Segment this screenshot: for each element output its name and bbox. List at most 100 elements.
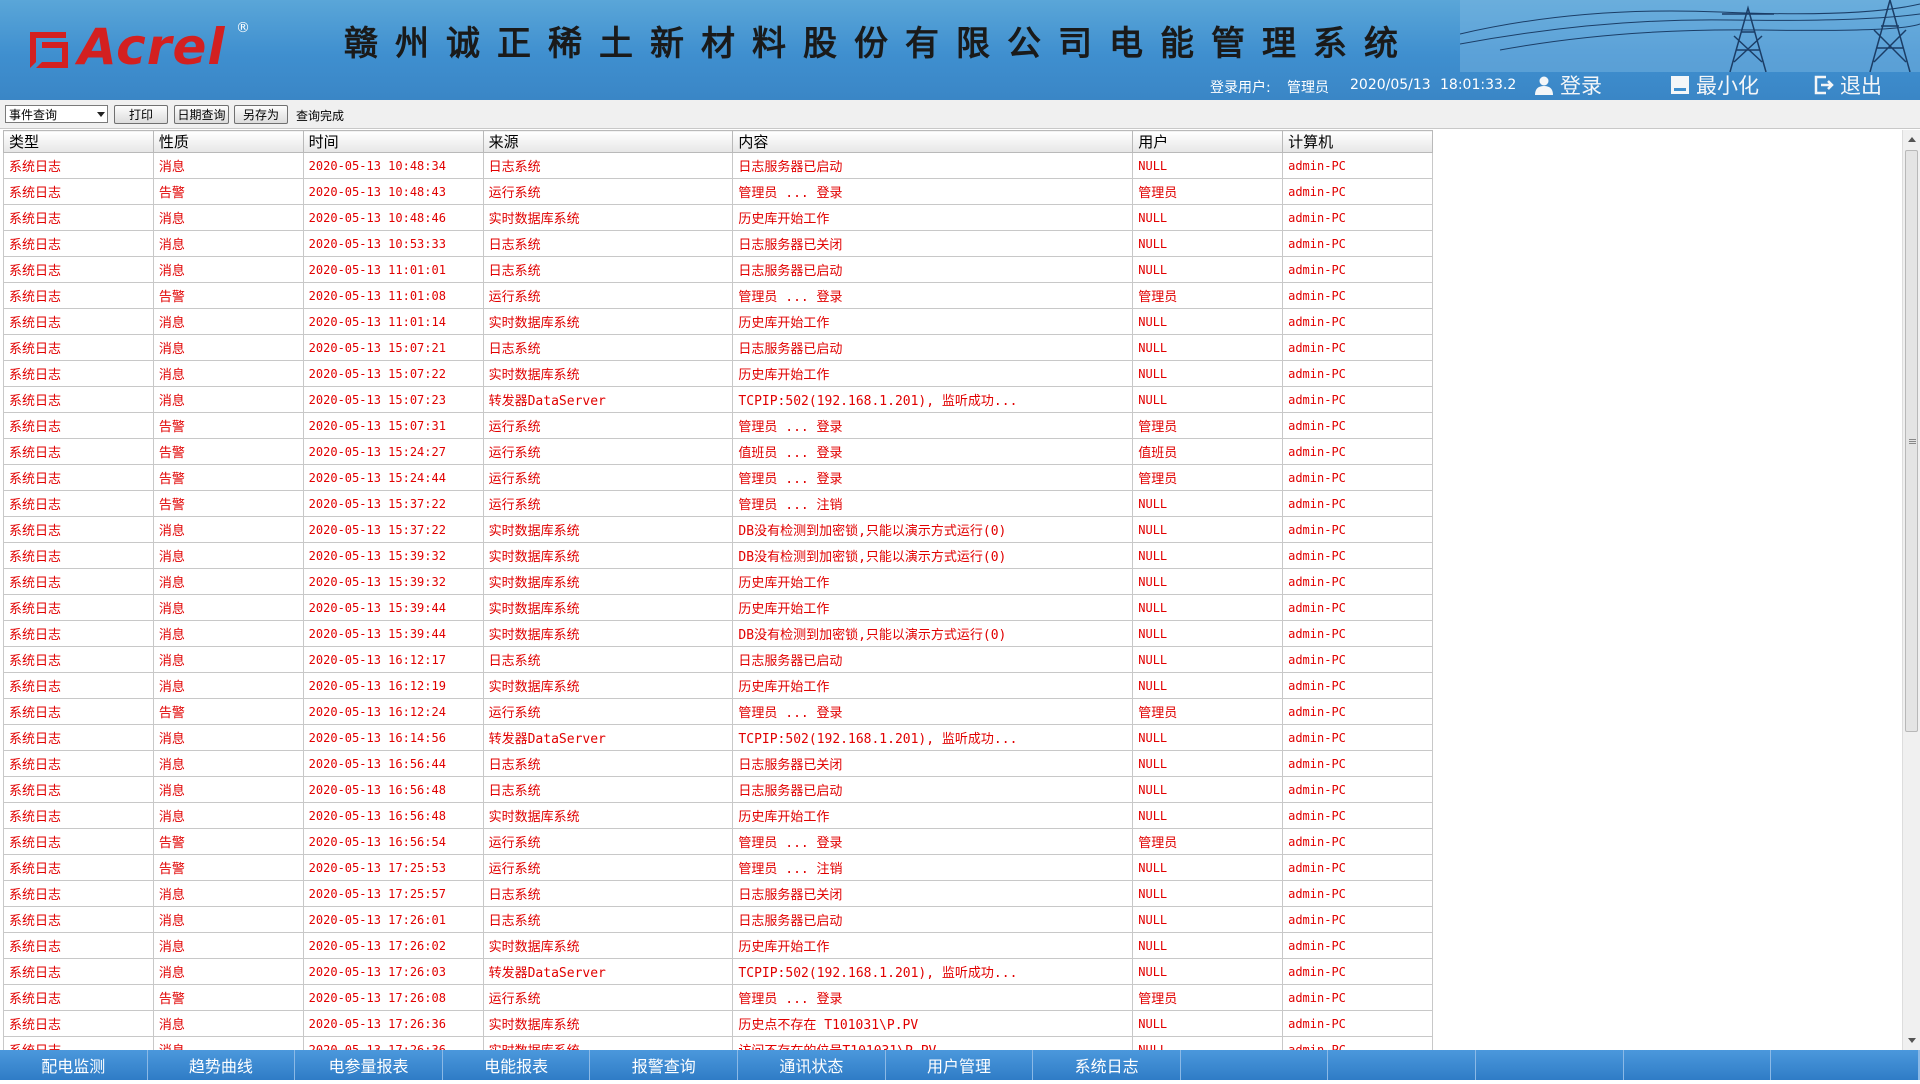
- table-row[interactable]: 系统日志 消息 2020-05-13 15:39:32 实时数据库系统 DB没有检测到加…: [3, 542, 1433, 569]
- cell-content: TCPIP:502(192.168.1.201), 监听成功...: [732, 386, 1134, 413]
- table-row[interactable]: 系统日志 消息 2020-05-13 17:25:57 日志系统 日志服务器已关闭 NUL…: [3, 880, 1433, 907]
- table-row[interactable]: 系统日志 告警 2020-05-13 15:24:27 运行系统 值班员 ... 登录值…: [3, 438, 1433, 465]
- minimize-icon: [1671, 76, 1689, 94]
- scroll-up-arrow-icon[interactable]: [1908, 137, 1916, 142]
- column-header[interactable]: 计算机: [1282, 130, 1433, 153]
- nav-tab[interactable]: 电能报表: [442, 1050, 591, 1080]
- column-header[interactable]: 用户: [1132, 130, 1284, 153]
- cell-user: NULL: [1132, 672, 1284, 699]
- nav-tab[interactable]: 配电监测: [0, 1050, 148, 1080]
- table-row[interactable]: 系统日志 告警 2020-05-13 17:25:53 运行系统 管理员 ... 注销 N…: [3, 854, 1433, 881]
- cell-computer: admin-PC: [1282, 932, 1433, 959]
- cell-source: 日志系统: [482, 152, 734, 179]
- table-row[interactable]: 系统日志消息2020-05-13 17:26:36实时数据库系统访问不存在的位号…: [3, 1036, 1433, 1050]
- nav-tab-empty[interactable]: [1328, 1050, 1477, 1080]
- table-row[interactable]: 系统日志 消息 2020-05-13 11:01:01 日志系统 日志服务器已启动 NUL…: [3, 256, 1433, 283]
- table-row[interactable]: 系统日志 告警 2020-05-13 15:07:31 运行系统 管理员 ... 登录管…: [3, 412, 1433, 439]
- date-query-button[interactable]: 日期查询: [174, 105, 229, 124]
- query-type-select[interactable]: 事件查询: [5, 105, 108, 123]
- cell-type: 系统日志: [3, 620, 154, 647]
- table-row[interactable]: 系统日志 消息 2020-05-13 10:53:33 日志系统 日志服务器已关闭 NUL…: [3, 230, 1433, 257]
- cell-nature: 消息: [152, 1010, 304, 1037]
- exit-button[interactable]: 退出: [1814, 72, 1882, 98]
- table-row[interactable]: 系统日志 告警 2020-05-13 15:24:44 运行系统 管理员 ... 登录管…: [3, 464, 1433, 491]
- cell-content: 管理员 ... 登录: [732, 412, 1134, 439]
- table-row[interactable]: 系统日志 消息 2020-05-13 16:14:56 转发器DataServer TC…: [3, 724, 1433, 751]
- cell-computer: admin-PC: [1282, 594, 1433, 621]
- table-row[interactable]: 系统日志 告警 2020-05-13 16:56:54 运行系统 管理员 ... 登录管…: [3, 828, 1433, 855]
- table-row[interactable]: 系统日志 消息 2020-05-13 15:39:32 实时数据库系统 历史库开始工作 N…: [3, 568, 1433, 595]
- cell-source: 实时数据库系统: [482, 1010, 734, 1037]
- cell-user: 管理员: [1132, 984, 1284, 1011]
- table-row[interactable]: 系统日志 消息 2020-05-13 15:07:22 实时数据库系统 历史库开始工作 N…: [3, 360, 1433, 387]
- cell-nature: 消息: [152, 204, 304, 231]
- cell-computer: admin-PC: [1282, 490, 1433, 517]
- table-row[interactable]: 系统日志 消息 2020-05-13 16:12:19 实时数据库系统 历史库开始工作 N…: [3, 672, 1433, 699]
- cell-source: 实时数据库系统: [482, 802, 734, 829]
- scroll-down-arrow-icon[interactable]: [1908, 1038, 1916, 1043]
- cell-time: 2020-05-13 15:37:22: [302, 516, 484, 543]
- nav-tab-empty[interactable]: [1180, 1050, 1329, 1080]
- minimize-button[interactable]: 最小化: [1670, 72, 1759, 98]
- cell-computer: admin-PC: [1282, 308, 1433, 335]
- nav-tab-empty[interactable]: [1476, 1050, 1624, 1080]
- nav-tab[interactable]: 用户管理: [885, 1050, 1034, 1080]
- nav-tab[interactable]: 电参量报表: [295, 1050, 443, 1080]
- logo-registered-mark: ®: [236, 20, 250, 36]
- table-row[interactable]: 系统日志 消息 2020-05-13 15:07:21 日志系统 日志服务器已启动 NUL…: [3, 334, 1433, 361]
- table-row[interactable]: 系统日志 消息 2020-05-13 15:37:22 实时数据库系统 DB没有检测到加…: [3, 516, 1433, 543]
- column-header[interactable]: 时间: [302, 130, 484, 153]
- table-row[interactable]: 系统日志 告警 2020-05-13 17:26:08 运行系统 管理员 ... 登录管…: [3, 984, 1433, 1011]
- table-row[interactable]: 系统日志 消息 2020-05-13 17:26:36 实时数据库系统 历史点不存在 T…: [3, 1010, 1433, 1037]
- cell-computer: admin-PC: [1282, 1036, 1433, 1050]
- print-button[interactable]: 打印: [114, 105, 168, 124]
- column-header[interactable]: 性质: [152, 130, 304, 153]
- cell-content: 历史库开始工作: [732, 932, 1134, 959]
- cell-source: 日志系统: [482, 776, 734, 803]
- vertical-scrollbar[interactable]: [1902, 130, 1920, 1050]
- table-row[interactable]: 系统日志 消息 2020-05-13 15:39:44 实时数据库系统 历史库开始工作 N…: [3, 594, 1433, 621]
- table-row[interactable]: 系统日志 消息 2020-05-13 11:01:14 实时数据库系统 历史库开始工作 N…: [3, 308, 1433, 335]
- cell-time: 2020-05-13 15:07:23: [302, 386, 484, 413]
- cell-nature: 消息: [152, 568, 304, 595]
- table-row[interactable]: 系统日志 告警 2020-05-13 11:01:08 运行系统 管理员 ... 登录管…: [3, 282, 1433, 309]
- cell-content: 历史库开始工作: [732, 204, 1134, 231]
- table-row[interactable]: 系统日志 告警 2020-05-13 16:12:24 运行系统 管理员 ... 登录管…: [3, 698, 1433, 725]
- cell-user: NULL: [1132, 724, 1284, 751]
- nav-tab-empty[interactable]: [1771, 1050, 1919, 1080]
- nav-tab-empty[interactable]: [1623, 1050, 1772, 1080]
- table-row[interactable]: 系统日志 消息 2020-05-13 15:39:44 实时数据库系统 DB没有检测到加…: [3, 620, 1433, 647]
- table-row[interactable]: 系统日志 消息 2020-05-13 16:12:17 日志系统 日志服务器已启动 NUL…: [3, 646, 1433, 673]
- cell-nature: 告警: [152, 438, 304, 465]
- table-row[interactable]: 系统日志 消息 2020-05-13 10:48:46 实时数据库系统 历史库开始工作 N…: [3, 204, 1433, 231]
- table-row[interactable]: 系统日志 消息 2020-05-13 15:07:23 转发器DataServer TC…: [3, 386, 1433, 413]
- column-header[interactable]: 内容: [732, 130, 1134, 153]
- cell-nature: 告警: [152, 984, 304, 1011]
- nav-tab[interactable]: 趋势曲线: [147, 1050, 296, 1080]
- table-row[interactable]: 系统日志 消息 2020-05-13 10:48:34 日志系统 日志服务器已启动 NUL…: [3, 152, 1433, 179]
- table-row[interactable]: 系统日志 消息 2020-05-13 16:56:48 日志系统 日志服务器已启动 NUL…: [3, 776, 1433, 803]
- table-row[interactable]: 系统日志 消息 2020-05-13 17:26:01 日志系统 日志服务器已启动 NUL…: [3, 906, 1433, 933]
- minimize-button-label: 最小化: [1696, 74, 1759, 98]
- table-row[interactable]: 系统日志 消息 2020-05-13 16:56:48 实时数据库系统 历史库开始工作 N…: [3, 802, 1433, 829]
- cell-user: NULL: [1132, 204, 1284, 231]
- event-log-grid[interactable]: 类型 性质 时间 来源 内容 用户 计算机 系统日志 消息 2020-05-13 10:48:3…: [3, 130, 1433, 1050]
- column-header[interactable]: 类型: [3, 130, 154, 153]
- cell-computer: admin-PC: [1282, 438, 1433, 465]
- table-row[interactable]: 系统日志 告警 2020-05-13 10:48:43 运行系统 管理员 ... 登录管…: [3, 178, 1433, 205]
- nav-tab[interactable]: 报警查询: [590, 1050, 739, 1080]
- scrollbar-thumb[interactable]: [1905, 150, 1918, 732]
- cell-user: NULL: [1132, 542, 1284, 569]
- table-row[interactable]: 系统日志 消息 2020-05-13 17:26:03 转发器DataServer TC…: [3, 958, 1433, 985]
- cell-computer: admin-PC: [1282, 958, 1433, 985]
- cell-source: 转发器DataServer: [482, 386, 734, 413]
- table-row[interactable]: 系统日志 消息 2020-05-13 17:26:02 实时数据库系统 历史库开始工作 N…: [3, 932, 1433, 959]
- column-header[interactable]: 来源: [482, 130, 734, 153]
- table-row[interactable]: 系统日志 告警 2020-05-13 15:37:22 运行系统 管理员 ... 注销 N…: [3, 490, 1433, 517]
- nav-tab[interactable]: 系统日志: [1033, 1050, 1181, 1080]
- save-as-button[interactable]: 另存为: [234, 105, 288, 124]
- table-row[interactable]: 系统日志 消息 2020-05-13 16:56:44 日志系统 日志服务器已关闭 NUL…: [3, 750, 1433, 777]
- login-button[interactable]: 登录: [1534, 72, 1602, 98]
- current-time: 18:01:33.2: [1440, 77, 1517, 93]
- nav-tab[interactable]: 通讯状态: [738, 1050, 886, 1080]
